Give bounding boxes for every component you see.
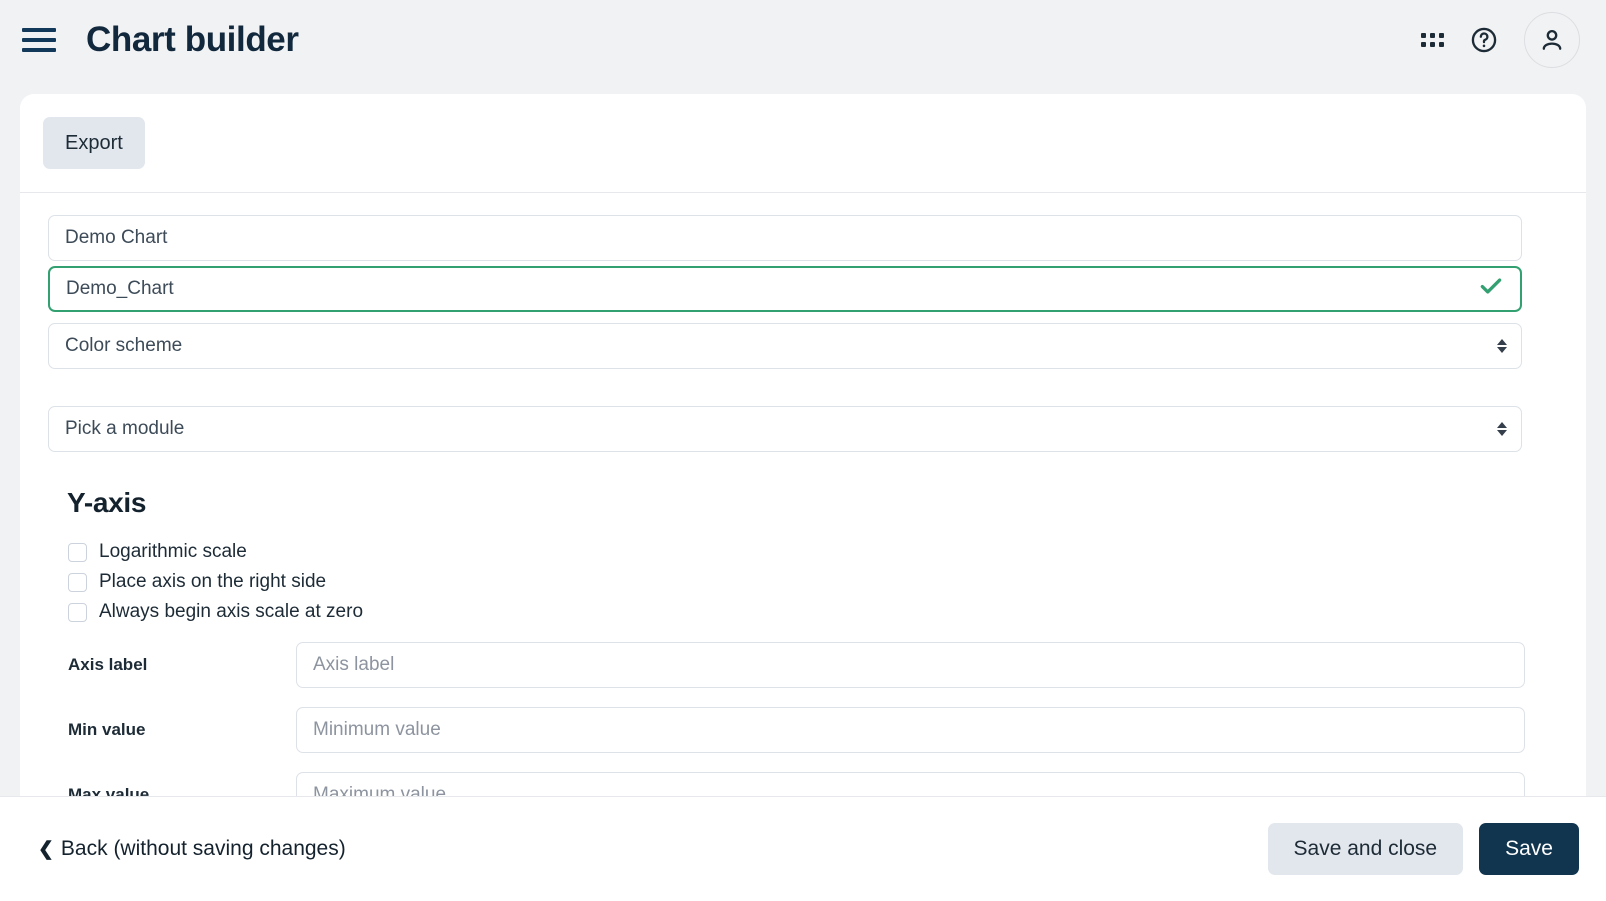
chevron-down-icon	[1497, 430, 1507, 436]
check-icon	[1478, 273, 1504, 305]
chart-title-input[interactable]: Demo Chart	[48, 215, 1522, 261]
back-link[interactable]: ❮ Back (without saving changes)	[38, 837, 346, 861]
checkbox-box[interactable]	[68, 542, 87, 562]
grid-dot	[1439, 33, 1444, 38]
grid-dot	[1439, 42, 1444, 47]
axis-label-label: Axis label	[68, 655, 148, 674]
color-scheme-select[interactable]: Color scheme	[48, 323, 1522, 369]
chevron-updown-icon	[1497, 422, 1507, 436]
grid-dot	[1421, 33, 1426, 38]
max-value-placeholder: Maximum value	[313, 784, 447, 796]
grid-dot	[1430, 42, 1435, 47]
checkbox-label: Place axis on the right side	[99, 571, 327, 592]
hamburger-bar	[22, 38, 56, 42]
checkbox-logarithmic-scale[interactable]: Logarithmic scale	[68, 541, 1558, 563]
footer-bar: ❮ Back (without saving changes) Save and…	[0, 796, 1606, 901]
chart-builder-card: Export Demo Chart Demo_Chart Color schem…	[20, 94, 1586, 796]
avatar[interactable]	[1524, 12, 1580, 68]
chevron-up-icon	[1497, 422, 1507, 428]
chevron-up-icon	[1497, 339, 1507, 345]
checkbox-box[interactable]	[68, 602, 87, 622]
yaxis-section-heading: Y-axis	[67, 487, 147, 518]
max-value-input[interactable]: Maximum value	[296, 772, 1525, 796]
chart-title-value: Demo Chart	[65, 227, 168, 248]
checkbox-box[interactable]	[68, 572, 87, 592]
app-header: Chart builder	[0, 0, 1606, 80]
grid-dot	[1421, 42, 1426, 47]
help-circle-icon[interactable]	[1470, 26, 1498, 54]
grid-apps-icon[interactable]	[1421, 33, 1444, 47]
axis-label-input[interactable]: Axis label	[296, 642, 1525, 688]
hamburger-bar	[22, 28, 56, 32]
back-link-label: Back (without saving changes)	[60, 837, 346, 860]
footer-actions: Save and close Save	[1267, 823, 1579, 875]
grid-dot	[1430, 33, 1435, 38]
save-button[interactable]: Save	[1479, 823, 1579, 875]
export-button[interactable]: Export	[43, 117, 145, 169]
color-scheme-value: Color scheme	[65, 335, 183, 356]
chart-builder-form: Demo Chart Demo_Chart Color scheme Pick …	[20, 193, 1586, 796]
checkbox-begin-at-zero[interactable]: Always begin axis scale at zero	[68, 601, 1558, 623]
max-value-row: Max value Maximum value	[48, 772, 1558, 796]
chevron-left-icon: ❮	[38, 838, 54, 860]
max-value-label: Max value	[68, 785, 150, 796]
hamburger-menu-icon[interactable]	[22, 22, 58, 58]
card-toolbar: Export	[20, 94, 1586, 193]
min-value-placeholder: Minimum value	[313, 719, 441, 740]
checkbox-axis-right-side[interactable]: Place axis on the right side	[68, 571, 1558, 593]
chevron-updown-icon	[1497, 339, 1507, 353]
hamburger-bar	[22, 48, 56, 52]
min-value-input[interactable]: Minimum value	[296, 707, 1525, 753]
checkbox-label: Logarithmic scale	[99, 541, 247, 562]
chevron-down-icon	[1497, 347, 1507, 353]
min-value-label: Min value	[68, 720, 146, 739]
form-spacer	[48, 374, 1558, 395]
axis-label-row: Axis label Axis label	[48, 642, 1558, 688]
chart-identifier-value: Demo_Chart	[66, 278, 174, 299]
chart-identifier-input[interactable]: Demo_Chart	[48, 266, 1522, 312]
module-select[interactable]: Pick a module	[48, 406, 1522, 452]
checkbox-label: Always begin axis scale at zero	[99, 601, 364, 622]
axis-label-placeholder: Axis label	[313, 654, 395, 675]
min-value-row: Min value Minimum value	[48, 707, 1558, 753]
save-and-close-button[interactable]: Save and close	[1267, 823, 1464, 875]
page-title: Chart builder	[86, 20, 299, 59]
module-value: Pick a module	[65, 418, 185, 439]
header-actions	[1421, 12, 1580, 68]
